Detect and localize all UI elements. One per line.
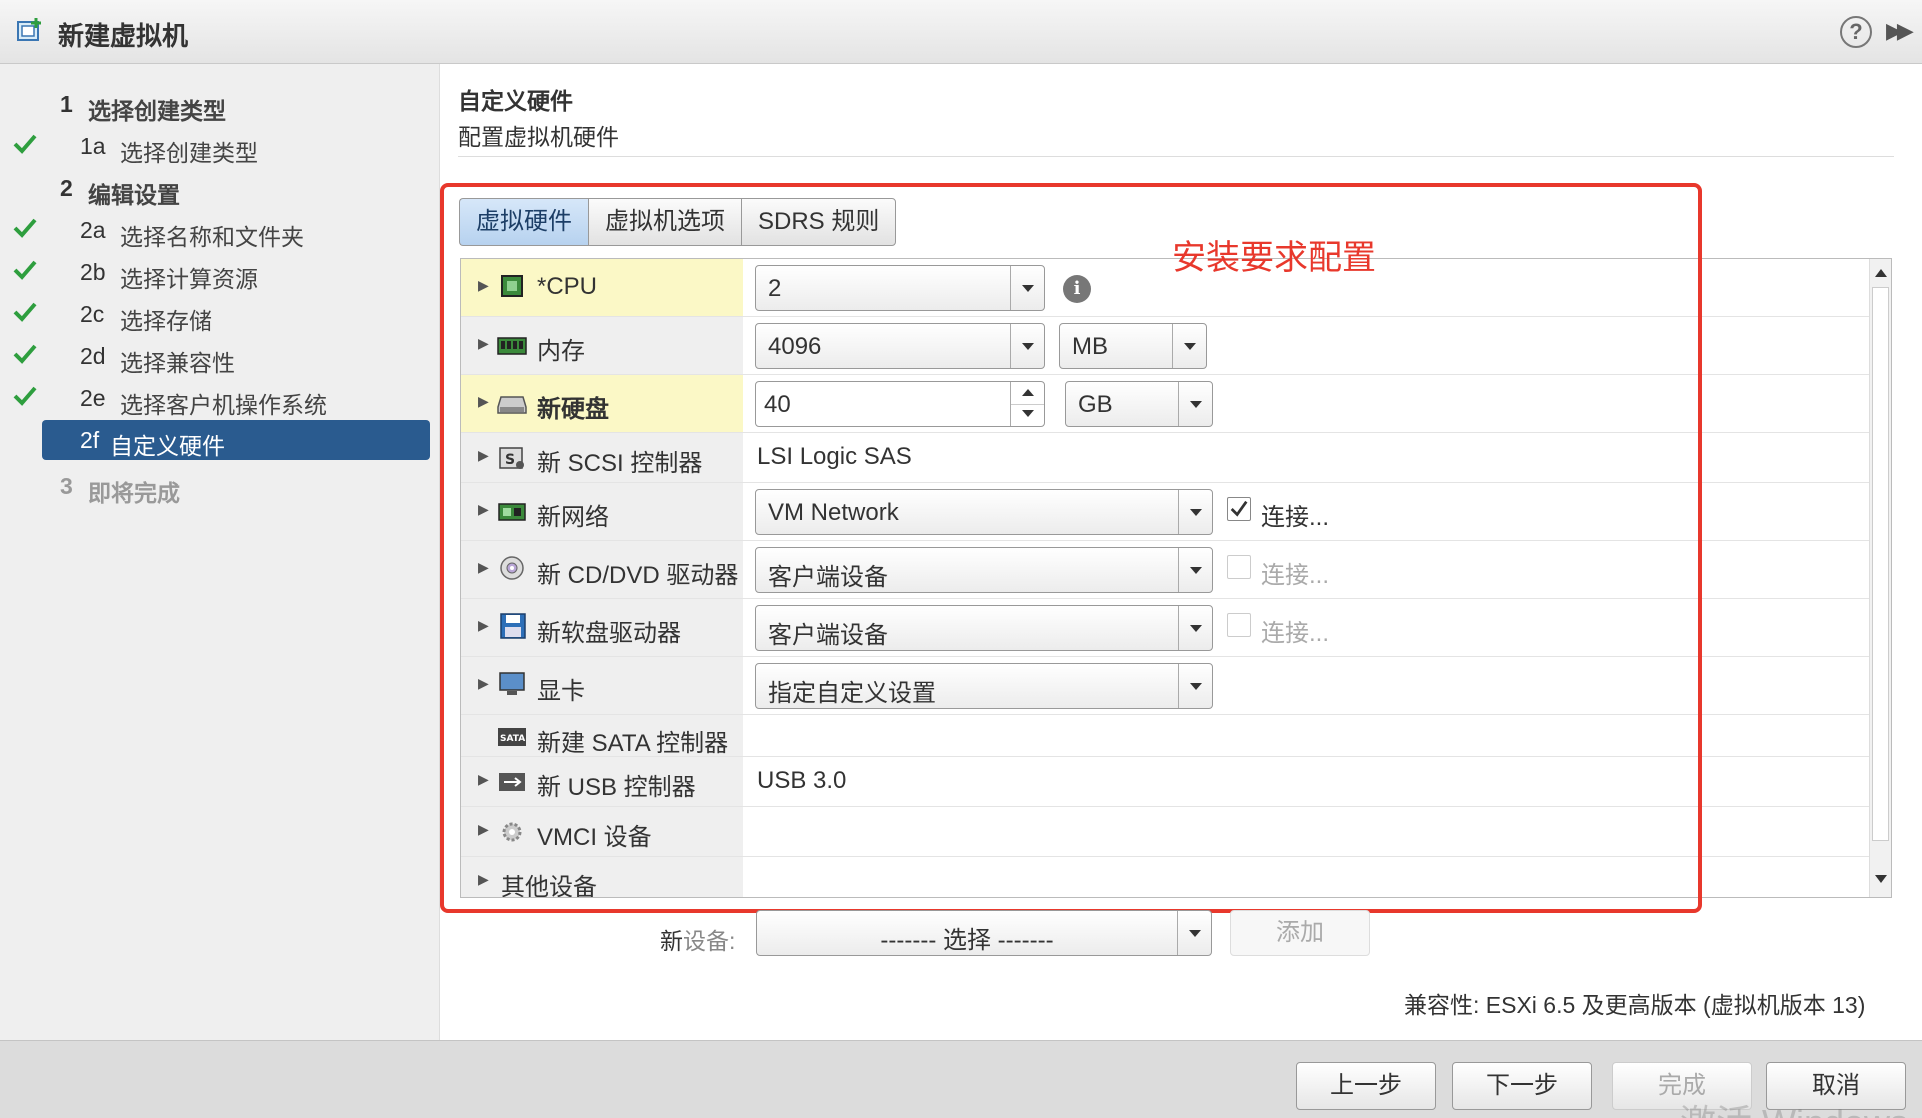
checkmark-icon — [13, 218, 37, 238]
window-title: 新建虚拟机 — [58, 21, 189, 51]
step-number: 2c — [80, 301, 105, 327]
help-icon[interactable]: ? — [1840, 16, 1872, 48]
step-3: 3 即将完成 — [0, 464, 440, 508]
step-number: 1a — [80, 133, 106, 159]
step-label: 选择名称和文件夹 — [120, 224, 304, 250]
vertical-scrollbar[interactable] — [1869, 259, 1891, 897]
step-label: 即将完成 — [88, 480, 180, 506]
checkmark-icon — [13, 134, 37, 154]
step-label: 选择客户机操作系统 — [120, 392, 327, 418]
step-2a[interactable]: 2a 选择名称和文件夹 — [0, 208, 440, 252]
divider — [458, 156, 1894, 157]
step-1: 1 选择创建类型 — [0, 82, 440, 126]
scroll-down-icon[interactable] — [1875, 875, 1887, 883]
checkmark-icon — [13, 302, 37, 322]
step-label: 选择存储 — [120, 308, 212, 334]
step-2f-active[interactable]: 2f 自定义硬件 — [42, 420, 430, 460]
step-2d[interactable]: 2d 选择兼容性 — [0, 334, 440, 378]
step-2b[interactable]: 2b 选择计算资源 — [0, 250, 440, 294]
compatibility-info: 兼容性: ESXi 6.5 及更高版本 (虚拟机版本 13) — [1404, 992, 1866, 1018]
new-vm-icon — [17, 18, 41, 41]
step-2e[interactable]: 2e 选择客户机操作系统 — [0, 376, 440, 420]
step-label: 选择创建类型 — [88, 98, 226, 124]
step-number: 2e — [80, 385, 106, 411]
annotation-highlight-box — [440, 183, 1702, 913]
step-number: 3 — [60, 473, 73, 499]
step-label: 自定义硬件 — [110, 433, 225, 459]
step-number: 1 — [60, 91, 73, 117]
title-bar: 新建虚拟机 ? ▶▶ — [0, 0, 1922, 64]
page-title: 自定义硬件 — [458, 88, 573, 114]
step-2c[interactable]: 2c 选择存储 — [0, 292, 440, 336]
next-button[interactable]: 下一步 — [1452, 1062, 1592, 1110]
new-device-label: 新设备: — [660, 928, 736, 954]
checkmark-icon — [13, 260, 37, 280]
step-number: 2 — [60, 175, 73, 201]
new-device-select[interactable]: ------- 选择 ------- — [756, 910, 1212, 956]
step-number: 2b — [80, 259, 106, 285]
step-label: 选择计算资源 — [120, 266, 258, 292]
step-label: 选择创建类型 — [120, 140, 258, 166]
wizard-steps-sidebar: 1 选择创建类型 1a 选择创建类型 2 编辑设置 2a 选择名称和文件夹 2b… — [0, 64, 440, 1040]
step-1a[interactable]: 1a 选择创建类型 — [0, 124, 440, 168]
scroll-up-icon[interactable] — [1875, 269, 1887, 277]
checkmark-icon — [13, 344, 37, 364]
add-device-button[interactable]: 添加 — [1230, 910, 1370, 956]
step-number: 2d — [80, 343, 106, 369]
annotation-text: 安装要求配置 — [1172, 239, 1376, 277]
scroll-thumb[interactable] — [1872, 287, 1889, 841]
step-label: 选择兼容性 — [120, 350, 235, 376]
page-subtitle: 配置虚拟机硬件 — [458, 124, 619, 150]
step-number: 2a — [80, 217, 106, 243]
chevron-down-icon[interactable] — [1177, 911, 1211, 955]
step-number: 2f — [80, 427, 100, 453]
activation-watermark: 激活 Windows — [1680, 1094, 1908, 1118]
step-2: 2 编辑设置 — [0, 166, 440, 210]
checkmark-icon — [13, 386, 37, 406]
double-chevron-right-icon[interactable]: ▶▶ — [1886, 18, 1914, 44]
step-label: 编辑设置 — [88, 182, 180, 208]
back-button[interactable]: 上一步 — [1296, 1062, 1436, 1110]
